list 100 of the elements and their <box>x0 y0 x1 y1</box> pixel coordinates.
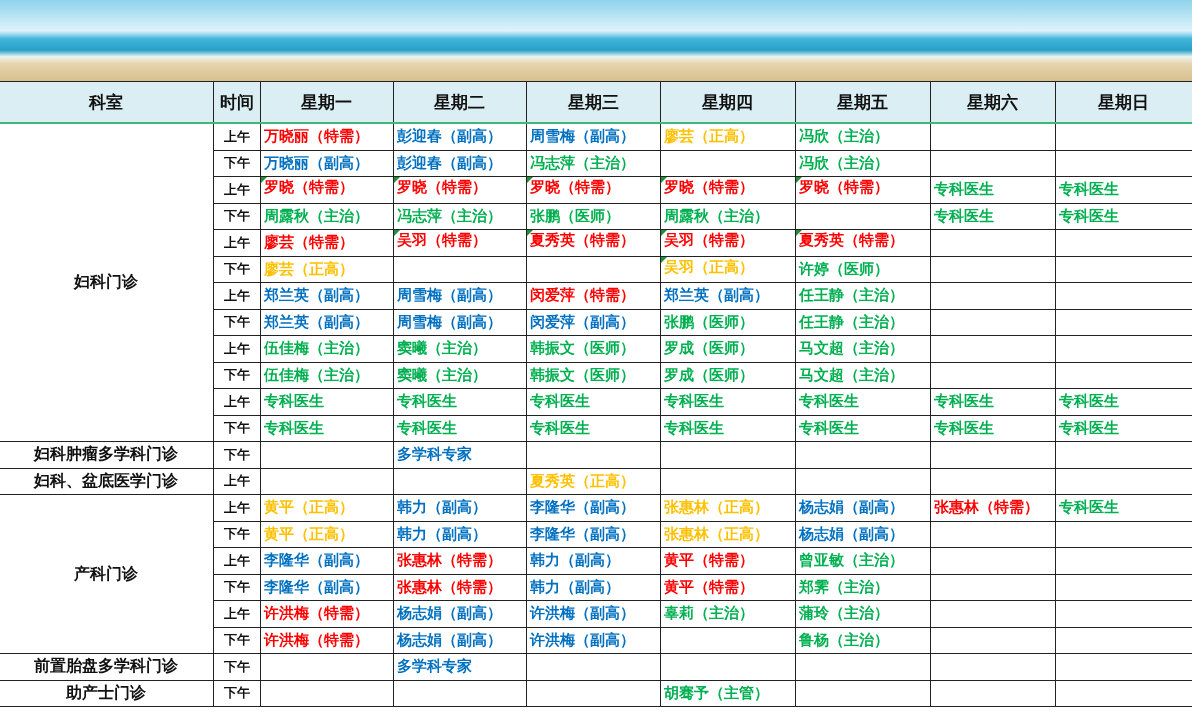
doctor-entry: 专科医生 <box>663 419 724 436</box>
doctor-entry: 冯志萍（主治） <box>529 154 635 171</box>
doctor-entry: 许洪梅（特需） <box>263 605 369 622</box>
doctor-entry: 韩力（副高） <box>396 525 487 542</box>
doctor-entry: 专科医生 <box>263 419 324 436</box>
doctor-entry: 鲁杨（主治） <box>798 631 889 648</box>
doctor-entry: 张鹏（医师） <box>663 313 754 330</box>
time-slot: 上午 <box>223 287 250 303</box>
time-slot: 下午 <box>223 446 250 462</box>
doctor-entry: 罗成（医师） <box>663 340 754 357</box>
doctor-entry: 郑兰英（副高） <box>663 287 769 304</box>
time-slot: 上午 <box>223 393 250 409</box>
doctor-entry: 罗成（医师） <box>663 366 754 383</box>
doctor-entry: 夏秀英（正高） <box>529 472 635 489</box>
doctor-entry: 专科医生 <box>263 393 324 410</box>
doctor-entry: 韩力（副高） <box>529 552 620 569</box>
doctor-entry: 专科医生 <box>1058 393 1119 410</box>
time-slot: 下午 <box>223 367 250 383</box>
doctor-entry: 专科医生 <box>1058 181 1119 198</box>
doctor-entry: 专科医生 <box>663 393 724 410</box>
department-name: 助产士门诊 <box>66 682 147 702</box>
doctor-entry: 杨志娟（副高） <box>798 499 904 516</box>
doctor-entry: 彭迎春（副高） <box>396 128 502 145</box>
time-slot: 上午 <box>223 552 250 568</box>
doctor-entry: 吴羽（特需） <box>396 232 487 249</box>
time-slot: 上午 <box>223 181 250 197</box>
department-name: 产科门诊 <box>74 563 139 583</box>
doctor-entry: 马文超（主治） <box>798 340 904 357</box>
doctor-entry: 闵爱萍（特需） <box>529 287 635 304</box>
doctor-entry: 许洪梅（特需） <box>263 631 369 648</box>
column-header: 星期四 <box>702 91 753 112</box>
doctor-entry: 韩力（副高） <box>529 578 620 595</box>
column-header: 星期一 <box>301 91 352 112</box>
doctor-entry: 专科医生 <box>1058 499 1119 516</box>
doctor-entry: 罗晓（特需） <box>396 179 487 196</box>
doctor-entry: 伍佳梅（主治） <box>263 340 369 357</box>
doctor-entry: 专科医生 <box>798 393 859 410</box>
doctor-entry: 杨志娟（副高） <box>798 525 904 542</box>
time-slot: 下午 <box>223 579 250 595</box>
column-header: 星期六 <box>967 91 1018 112</box>
doctor-entry: 窦曦（主治） <box>396 366 487 383</box>
doctor-entry: 许洪梅（副高） <box>529 605 635 622</box>
doctor-entry: 许洪梅（副高） <box>529 631 635 648</box>
time-slot: 下午 <box>223 526 250 542</box>
doctor-entry: 李隆华（副高） <box>529 499 635 516</box>
doctor-entry: 专科医生 <box>396 419 457 436</box>
doctor-entry: 曾亚敏（主治） <box>798 552 904 569</box>
doctor-entry: 专科医生 <box>933 207 994 224</box>
doctor-entry: 任王静（主治） <box>798 313 904 330</box>
doctor-entry: 黄平（特需） <box>663 552 754 569</box>
doctor-entry: 专科医生 <box>798 419 859 436</box>
doctor-entry: 张惠林（特需） <box>933 499 1039 516</box>
doctor-entry: 李隆华（副高） <box>263 552 369 569</box>
doctor-entry: 夏秀英（特需） <box>798 232 904 249</box>
time-slot: 下午 <box>223 420 250 436</box>
doctor-entry: 张鹏（医师） <box>529 207 620 224</box>
doctor-entry: 胡骞予（主管） <box>663 684 769 701</box>
doctor-entry: 蒲玲（主治） <box>798 605 889 622</box>
doctor-entry: 李隆华（副高） <box>263 578 369 595</box>
column-header: 时间 <box>219 91 254 112</box>
time-slot: 下午 <box>223 155 250 171</box>
doctor-entry: 吴羽（正高） <box>663 258 754 275</box>
doctor-entry: 冯欣（主治） <box>798 128 889 145</box>
doctor-entry: 张惠林（特需） <box>396 552 502 569</box>
doctor-entry: 许婷（医师） <box>798 260 889 277</box>
doctor-entry: 罗晓（特需） <box>663 179 754 196</box>
doctor-entry: 韩振文（医师） <box>529 340 635 357</box>
time-slot: 上午 <box>223 473 250 489</box>
doctor-entry: 黄平（特需） <box>663 578 754 595</box>
doctor-entry: 吴羽（特需） <box>663 232 754 249</box>
doctor-entry: 周露秋（主治） <box>663 207 769 224</box>
doctor-entry: 张惠林（特需） <box>396 578 502 595</box>
time-slot: 上午 <box>223 605 250 621</box>
doctor-entry: 彭迎春（副高） <box>396 154 502 171</box>
column-header: 星期二 <box>434 91 485 112</box>
column-header: 科室 <box>89 91 124 112</box>
doctor-entry: 专科医生 <box>529 393 590 410</box>
doctor-entry: 专科医生 <box>933 181 994 198</box>
doctor-entry: 冯志萍（主治） <box>396 207 502 224</box>
doctor-entry: 专科医生 <box>396 393 457 410</box>
time-slot: 下午 <box>223 208 250 224</box>
doctor-entry: 周露秋（主治） <box>263 207 369 224</box>
doctor-entry: 韩力（副高） <box>396 499 487 516</box>
doctor-entry: 专科医生 <box>1058 419 1119 436</box>
department-name: 妇科、盆底医学门诊 <box>34 470 179 490</box>
doctor-entry: 专科医生 <box>933 419 994 436</box>
doctor-entry: 张惠林（正高） <box>663 525 769 542</box>
doctor-entry: 廖芸（正高） <box>263 260 354 277</box>
doctor-entry: 万晓丽（副高） <box>263 154 369 171</box>
doctor-entry: 黄平（正高） <box>263 499 354 516</box>
time-slot: 上午 <box>223 234 250 250</box>
doctor-entry: 多学科专家 <box>396 658 472 675</box>
doctor-entry: 廖芸（特需） <box>263 234 354 251</box>
doctor-entry: 周雪梅（副高） <box>396 313 502 330</box>
time-slot: 上午 <box>223 499 250 515</box>
column-header: 星期日 <box>1098 91 1150 112</box>
column-header: 星期五 <box>837 91 888 112</box>
doctor-entry: 辜莉（主治） <box>663 605 754 622</box>
doctor-entry: 杨志娟（副高） <box>396 631 502 648</box>
doctor-entry: 黄平（正高） <box>263 525 354 542</box>
